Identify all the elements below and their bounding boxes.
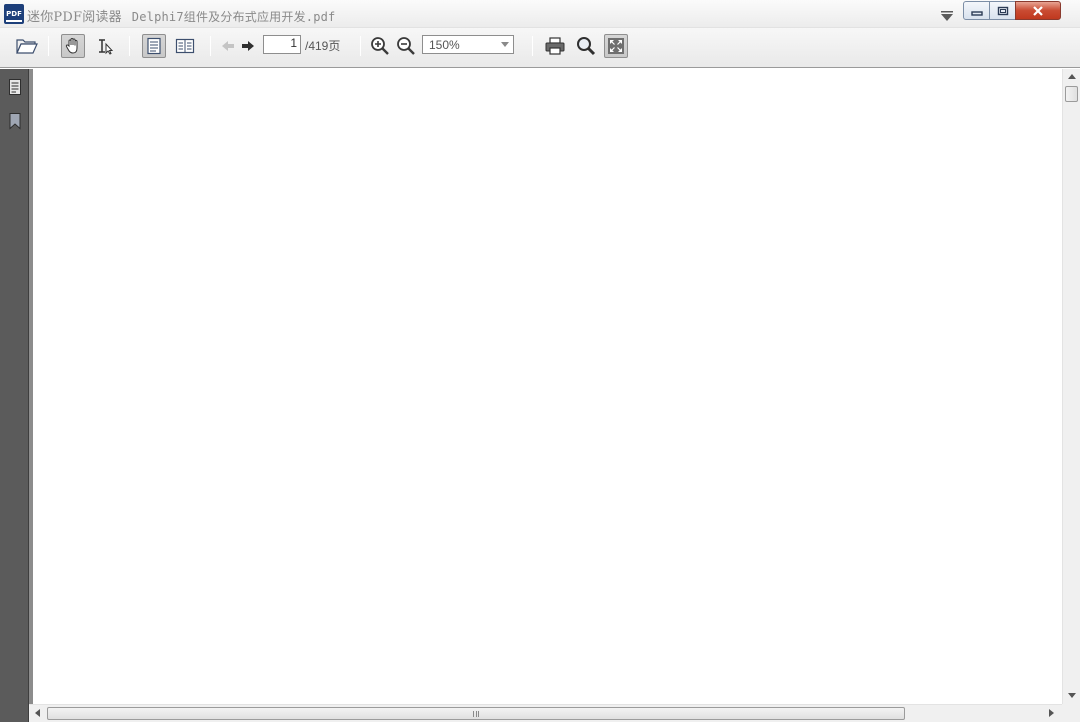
scroll-up-icon[interactable] (1068, 74, 1076, 79)
scroll-grip-icon (473, 711, 479, 717)
page-thumbnails-icon[interactable] (5, 77, 25, 97)
window-title: 迷你PDF阅读器 Delphi7组件及分布式应用开发.pdf (27, 6, 335, 25)
scroll-right-icon[interactable] (1049, 709, 1054, 717)
vertical-scrollbar[interactable] (1062, 69, 1080, 704)
text-select-icon[interactable] (93, 34, 117, 58)
single-page-icon[interactable] (142, 34, 166, 58)
two-page-icon[interactable] (173, 34, 197, 58)
vertical-scroll-thumb[interactable] (1065, 86, 1078, 102)
page-total-label: /419页 (305, 39, 341, 53)
side-panel (0, 69, 29, 722)
zoom-in-icon[interactable] (368, 34, 392, 58)
horizontal-scrollbar[interactable] (29, 704, 1062, 722)
close-button[interactable] (1015, 1, 1061, 20)
zoom-out-icon[interactable] (394, 34, 418, 58)
toolbar: 1 /419页 150% (0, 28, 1080, 68)
scrollbar-corner (1062, 704, 1080, 722)
toolbar-divider (360, 36, 361, 56)
toolbar-divider (210, 36, 211, 56)
title-bar: PDF 迷你PDF阅读器 Delphi7组件及分布式应用开发.pdf (0, 0, 1080, 28)
bookmark-icon[interactable] (5, 111, 25, 131)
document-title: Delphi7组件及分布式应用开发.pdf (131, 10, 336, 24)
window-controls (963, 1, 1061, 22)
toolbar-divider (129, 36, 130, 56)
scroll-left-icon[interactable] (35, 709, 40, 717)
zoom-select[interactable]: 150% (422, 35, 514, 54)
page-number-input[interactable]: 1 (263, 35, 301, 54)
scroll-down-icon[interactable] (1068, 693, 1076, 698)
app-logo: PDF (4, 4, 24, 24)
toolbar-divider (532, 36, 533, 56)
hand-tool-icon[interactable] (61, 34, 85, 58)
chevron-down-icon (501, 42, 509, 47)
fullscreen-icon[interactable] (604, 34, 628, 58)
app-title: 迷你PDF阅读器 (27, 10, 122, 25)
minimize-button[interactable] (963, 1, 990, 20)
print-icon[interactable] (543, 34, 567, 58)
search-icon[interactable] (574, 34, 598, 58)
menu-dropdown-icon[interactable] (940, 7, 954, 21)
document-view[interactable] (33, 69, 1062, 704)
next-page-icon[interactable] (236, 34, 260, 58)
horizontal-scroll-thumb[interactable] (47, 707, 905, 720)
open-folder-icon[interactable] (14, 34, 40, 58)
toolbar-divider (48, 36, 49, 56)
zoom-value: 150% (429, 38, 460, 52)
maximize-button[interactable] (989, 1, 1016, 20)
